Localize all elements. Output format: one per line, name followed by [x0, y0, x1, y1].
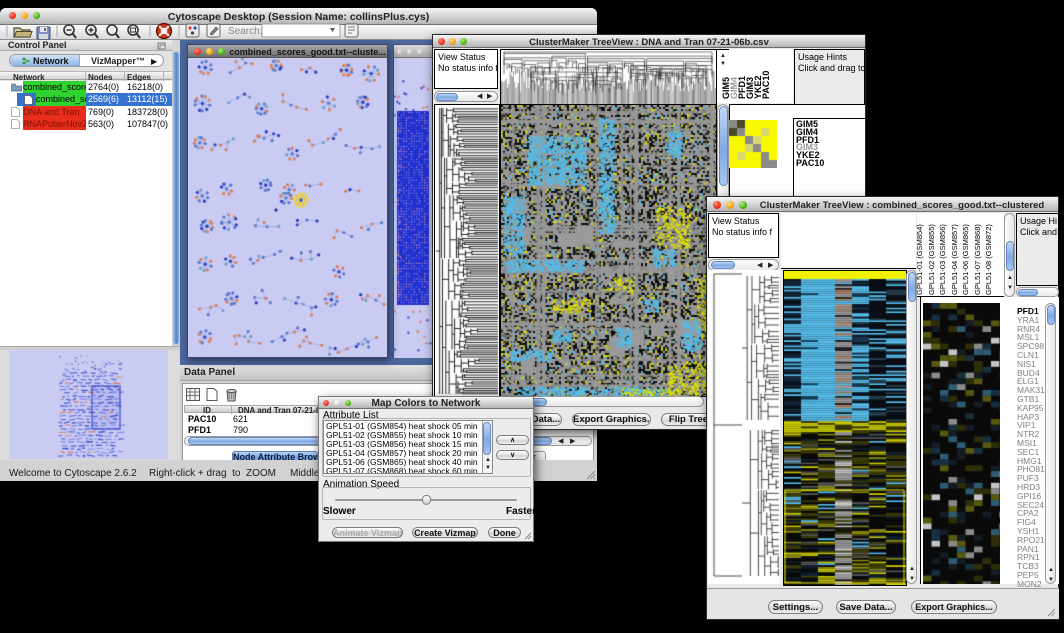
svg-text:Search:: Search:	[228, 26, 262, 37]
